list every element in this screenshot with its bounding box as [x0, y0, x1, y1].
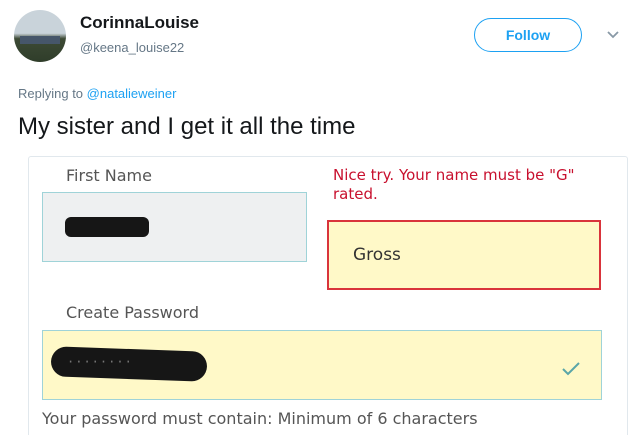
- tweet-text: My sister and I get it all the time: [18, 113, 356, 140]
- user-handle[interactable]: @keena_louise22: [80, 40, 184, 55]
- first-name-label: First Name: [66, 166, 152, 185]
- password-hint: Your password must contain: Minimum of 6…: [42, 409, 478, 428]
- display-name[interactable]: CorinnaLouise: [80, 13, 199, 33]
- chevron-down-icon[interactable]: [606, 30, 620, 40]
- follow-button[interactable]: Follow: [474, 18, 582, 52]
- avatar[interactable]: [14, 10, 66, 62]
- reply-prefix: Replying to: [18, 86, 87, 101]
- check-icon: [562, 362, 580, 376]
- password-input[interactable]: ········: [42, 330, 602, 400]
- password-mask: ········: [67, 355, 133, 369]
- avatar-image-detail: [20, 36, 60, 44]
- error-message: Nice try. Your name must be "G" rated.: [333, 166, 575, 203]
- name-input-error[interactable]: Gross: [327, 220, 601, 290]
- reply-mention-link[interactable]: @natalieweiner: [87, 86, 177, 101]
- password-label: Create Password: [66, 303, 199, 322]
- redaction-mark: [65, 217, 149, 237]
- reply-context: Replying to @natalieweiner: [18, 86, 176, 101]
- first-name-input[interactable]: [42, 192, 307, 262]
